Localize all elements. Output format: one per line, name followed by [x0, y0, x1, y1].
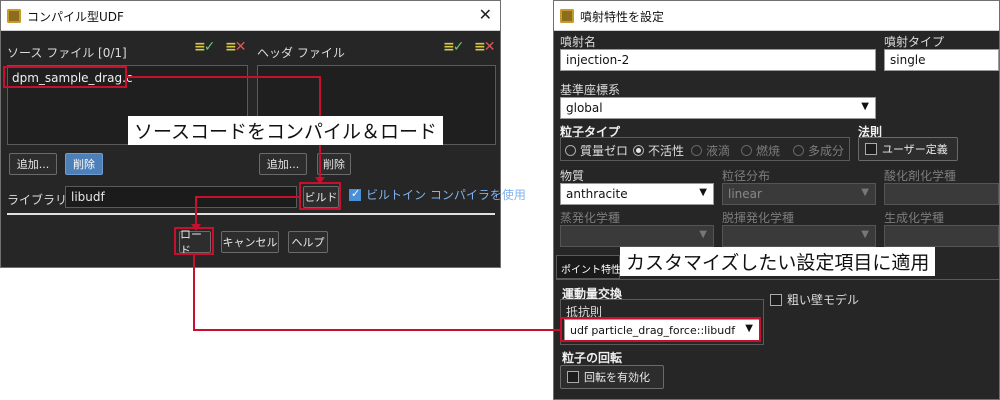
chevron-down-icon: ▼	[861, 101, 869, 112]
app-icon	[560, 9, 574, 23]
chevron-down-icon: ▼	[699, 229, 707, 240]
radio-label: 液滴	[706, 144, 731, 158]
highlight-drag-law	[560, 317, 761, 342]
radio-label: 多成分	[808, 144, 845, 158]
user-defined-checkbox[interactable]	[865, 143, 877, 155]
chevron-down-icon: ▼	[861, 187, 869, 198]
highlight-load-button	[174, 227, 214, 255]
diameter-dist-label: 粒径分布	[722, 169, 771, 183]
connector-line	[127, 76, 320, 78]
delete-source-button[interactable]: 削除	[65, 153, 103, 175]
cancel-button[interactable]: キャンセル	[221, 231, 279, 253]
add-source-button[interactable]: 追加...	[9, 153, 57, 175]
connector-line	[193, 255, 195, 331]
source-files-header: ソース ファイル [0/1]	[7, 46, 127, 60]
particle-type-group: 質量ゼロ 不活性 液滴 燃焼 多成分	[560, 137, 850, 161]
radio-icon	[565, 145, 576, 156]
add-header-button[interactable]: 追加...	[259, 153, 307, 175]
radio-icon	[793, 145, 804, 156]
select-all-icon[interactable]: ≡✓	[194, 39, 215, 55]
rough-wall-label: 粗い壁モデル	[787, 293, 860, 307]
material-label: 物質	[560, 169, 585, 183]
title-bar: 噴射特性を設定	[554, 1, 999, 31]
radio-inert[interactable]: 不活性	[633, 142, 684, 159]
product-species-dropdown[interactable]	[884, 225, 999, 247]
header-select-all-icon[interactable]: ≡✓	[443, 39, 464, 55]
oxidizing-species-label: 酸化剤化学種	[884, 169, 957, 183]
rough-wall-checkbox[interactable]	[770, 294, 782, 306]
coord-system-dropdown[interactable]: global ▼	[560, 97, 876, 119]
builtin-compiler-label: ビルトイン コンパイラを使用	[366, 188, 526, 202]
radio-label: 燃焼	[756, 144, 781, 158]
tab-point-properties[interactable]: ポイント特性	[556, 255, 621, 279]
header-deselect-all-icon[interactable]: ≡✕	[474, 39, 495, 55]
devolatilizing-species-label: 脱揮発化学種	[722, 211, 795, 225]
oxidizing-species-dropdown[interactable]	[884, 183, 999, 205]
app-icon	[7, 9, 21, 23]
particle-rotation-label: 粒子の回転	[562, 351, 623, 365]
header-files-header: ヘッダ ファイル	[257, 46, 345, 60]
close-icon[interactable]: ✕	[479, 5, 492, 24]
tab-bar-line	[556, 279, 999, 280]
connector-line	[196, 196, 300, 198]
injection-type-input[interactable]: single	[884, 49, 999, 71]
injection-name-label: 噴射名	[560, 35, 597, 49]
enable-rotation-option[interactable]: 回転を有効化	[560, 365, 664, 389]
builtin-compiler-option[interactable]: ビルトイン コンパイラを使用	[349, 186, 526, 203]
radio-label: 不活性	[648, 144, 685, 158]
radio-combusting[interactable]: 燃焼	[741, 142, 780, 159]
evaporating-species-dropdown[interactable]: ▼	[560, 225, 714, 247]
radio-multicomponent[interactable]: 多成分	[793, 142, 844, 159]
chevron-down-icon: ▼	[699, 187, 707, 198]
radio-icon	[741, 145, 752, 156]
radio-label: 質量ゼロ	[580, 144, 629, 158]
builtin-compiler-checkbox[interactable]	[349, 187, 361, 201]
user-defined-label: ユーザー定義	[882, 143, 948, 156]
material-value: anthracite	[566, 187, 628, 201]
title-bar: コンパイル型UDF ✕	[1, 1, 500, 31]
injection-name-input[interactable]: injection-2	[560, 49, 876, 71]
coord-system-label: 基準座標系	[560, 83, 621, 97]
product-species-label: 生成化学種	[884, 211, 945, 225]
help-button[interactable]: ヘルプ	[288, 231, 328, 253]
coord-system-value: global	[566, 101, 603, 115]
radio-icon	[691, 145, 702, 156]
chevron-down-icon: ▼	[861, 229, 869, 240]
connector-line	[193, 329, 560, 331]
enable-rotation-label: 回転を有効化	[584, 371, 650, 384]
highlight-source-file	[3, 66, 127, 88]
material-dropdown[interactable]: anthracite ▼	[560, 183, 714, 205]
window-title: コンパイル型UDF	[27, 10, 124, 24]
radio-massless[interactable]: 質量ゼロ	[565, 142, 628, 159]
radio-droplet[interactable]: 液滴	[691, 142, 730, 159]
injection-type-label: 噴射タイプ	[884, 35, 945, 49]
divider	[7, 213, 495, 215]
user-defined-button[interactable]: ユーザー定義	[858, 137, 958, 161]
radio-selected-icon	[633, 145, 644, 156]
connector-line	[195, 196, 197, 226]
diameter-dist-value: linear	[728, 187, 762, 201]
evaporating-species-label: 蒸発化学種	[560, 211, 621, 225]
devolatilizing-species-dropdown[interactable]: ▼	[722, 225, 876, 247]
diameter-dist-dropdown[interactable]: linear ▼	[722, 183, 876, 205]
enable-rotation-checkbox[interactable]	[567, 371, 579, 383]
tab-label: ポイント特性	[561, 265, 621, 276]
window-title: 噴射特性を設定	[580, 10, 665, 24]
rough-wall-option[interactable]: 粗い壁モデル	[770, 291, 859, 308]
compile-load-callout: ソースコードをコンパイル＆ロード	[128, 116, 444, 145]
delete-header-button[interactable]: 削除	[317, 153, 351, 175]
highlight-build-button	[299, 182, 341, 210]
deselect-all-icon[interactable]: ≡✕	[225, 39, 246, 55]
customize-callout: カスタマイズしたい設定項目に適用	[620, 247, 936, 276]
